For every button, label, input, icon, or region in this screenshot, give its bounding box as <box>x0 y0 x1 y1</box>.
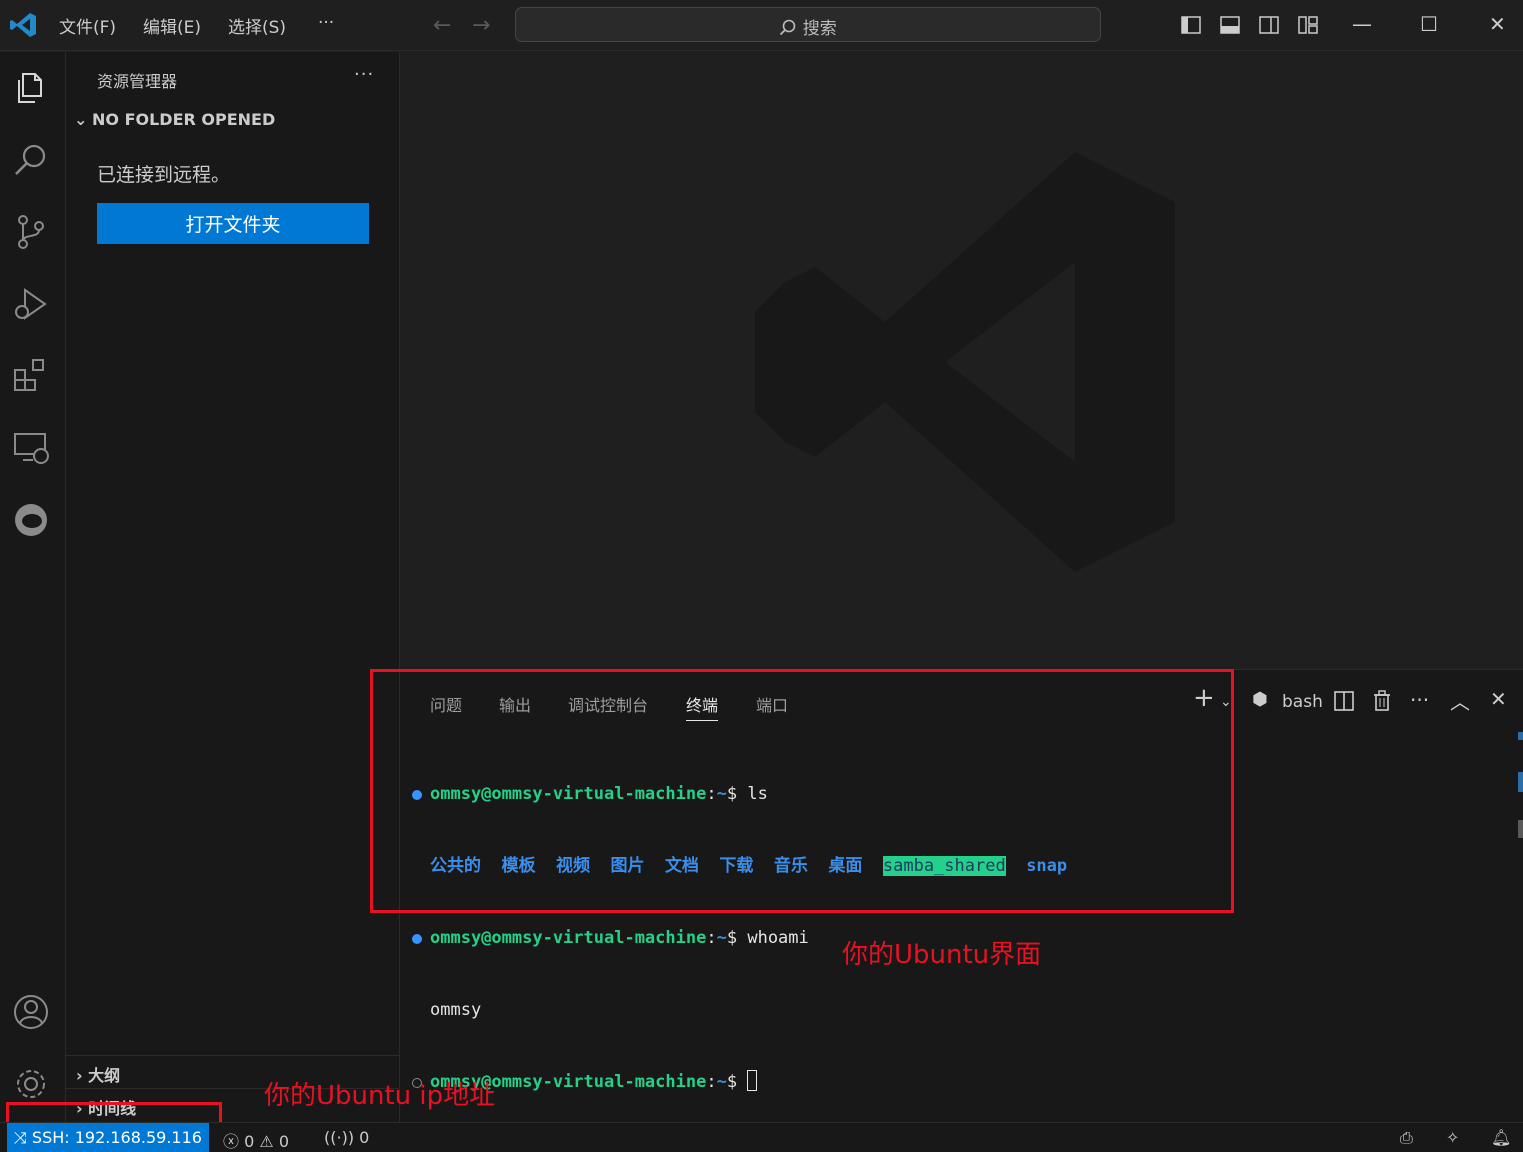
warning-count: 0 <box>278 1132 290 1151</box>
remote-pig-icon[interactable] <box>11 500 51 540</box>
vscode-logo-icon[interactable] <box>8 10 38 40</box>
forward-arrow-icon[interactable]: → <box>472 13 490 38</box>
ports-indicator[interactable]: ((·)) 0 <box>324 1128 369 1147</box>
command-center-search[interactable]: 搜索 <box>515 7 1101 42</box>
warning-icon: ⚠ <box>259 1132 274 1151</box>
customize-layout-icon[interactable] <box>1297 14 1319 36</box>
maximize-icon[interactable]: ☐ <box>1420 12 1438 36</box>
explorer-icon[interactable] <box>11 68 51 108</box>
sidebar-title: 资源管理器 <box>97 72 178 91</box>
remote-explorer-icon[interactable] <box>11 428 51 468</box>
terminal-shell-icon: ⬢ <box>1252 689 1268 710</box>
command-success-decoration[interactable] <box>412 934 422 944</box>
extensions-icon[interactable] <box>11 356 51 396</box>
accounts-icon[interactable] <box>11 992 51 1032</box>
terminal-line: ommsy <box>410 998 1067 1022</box>
problems-indicator[interactable]: ⓧ 0 ⚠ 0 <box>223 1128 289 1152</box>
prompt-path: ~ <box>716 928 727 948</box>
outline-label: 大纲 <box>88 1066 121 1085</box>
chevron-down-icon: ⌄ <box>74 110 88 129</box>
prompt-user: ommsy@ommsy-virtual-machine <box>430 928 707 948</box>
prompt-symbol: $ <box>726 1072 738 1092</box>
menu-edit[interactable]: 编辑(E) <box>143 13 201 38</box>
shell-label[interactable]: bash <box>1282 692 1323 712</box>
editor-area <box>400 52 1523 669</box>
terminal-cursor <box>747 1070 758 1091</box>
run-debug-icon[interactable] <box>11 284 51 324</box>
remote-label: SSH: 192.168.59.116 <box>31 1128 202 1147</box>
layout-icon[interactable]: ⎙ <box>1400 1128 1413 1148</box>
toggle-panel-icon[interactable] <box>1219 14 1241 36</box>
vscode-watermark-icon <box>755 152 1175 572</box>
no-folder-section-header[interactable]: ⌄ NO FOLDER OPENED <box>74 110 275 129</box>
command-text: whoami <box>747 928 809 948</box>
copilot-sparkle-icon[interactable]: ✧ <box>1446 1128 1459 1147</box>
toggle-secondary-sidebar-icon[interactable] <box>1258 14 1280 36</box>
broadcast-icon: ((·)) <box>324 1128 355 1147</box>
annotation-ubuntu-ip: 你的Ubuntu ip地址 <box>264 1081 496 1111</box>
more-actions-icon[interactable]: ··· <box>1410 688 1429 712</box>
error-count: 0 <box>244 1132 255 1151</box>
terminal-line: ommsy@ommsy-virtual-machine:~$ <box>410 1070 1067 1094</box>
connected-message: 已连接到远程。 <box>97 164 231 186</box>
chevron-right-icon: › <box>76 1066 83 1085</box>
explorer-sidebar: 资源管理器 ··· ⌄ NO FOLDER OPENED 已连接到远程。 打开文件… <box>66 52 400 1122</box>
command-output: ommsy <box>430 1000 482 1020</box>
annotation-box-terminal <box>370 669 1234 913</box>
close-panel-icon[interactable]: ✕ <box>1490 687 1507 711</box>
trash-icon[interactable] <box>1371 690 1393 712</box>
back-arrow-icon[interactable]: ← <box>433 13 451 38</box>
remote-icon: ⤨ <box>14 1128 27 1147</box>
status-bar: ⤨ SSH: 192.168.59.116 ⓧ 0 ⚠ 0 ((·)) 0 ⎙ … <box>0 1122 1523 1152</box>
activity-bar <box>0 52 66 1122</box>
minimize-icon[interactable]: — <box>1352 12 1372 36</box>
overview-ruler-mark <box>1518 772 1523 792</box>
ports-count: 0 <box>359 1128 370 1147</box>
menu-more[interactable]: ··· <box>318 13 334 33</box>
notifications-bell-icon[interactable]: 🔔︎ <box>1491 1128 1511 1147</box>
split-terminal-icon[interactable] <box>1333 690 1355 712</box>
title-bar: 文件(F) 编辑(E) 选择(S) ··· ← → 搜索 — ☐ ✕ <box>0 0 1523 51</box>
maximize-panel-icon[interactable]: ︿ <box>1450 686 1470 715</box>
error-icon: ⓧ <box>223 1132 240 1151</box>
sidebar-more-actions[interactable]: ··· <box>354 64 374 85</box>
prompt-path: ~ <box>716 1072 727 1092</box>
overview-ruler-mark <box>1518 732 1523 740</box>
scrollbar-thumb[interactable] <box>1518 820 1523 838</box>
source-control-icon[interactable] <box>11 212 51 252</box>
menu-selection[interactable]: 选择(S) <box>228 13 286 38</box>
prompt-symbol: $ <box>726 928 738 948</box>
open-folder-button[interactable]: 打开文件夹 <box>97 203 369 244</box>
menu-file[interactable]: 文件(F) <box>59 13 116 38</box>
search-icon <box>780 19 796 36</box>
annotation-ubuntu-ui: 你的Ubuntu界面 <box>842 940 1042 970</box>
settings-gear-icon[interactable] <box>11 1064 51 1104</box>
search-label: 搜索 <box>802 19 837 39</box>
close-window-icon[interactable]: ✕ <box>1489 12 1506 36</box>
toggle-primary-sidebar-icon[interactable] <box>1180 14 1202 36</box>
remote-indicator[interactable]: ⤨ SSH: 192.168.59.116 <box>7 1123 209 1152</box>
section-label: NO FOLDER OPENED <box>92 110 276 129</box>
search-icon[interactable] <box>11 140 51 180</box>
